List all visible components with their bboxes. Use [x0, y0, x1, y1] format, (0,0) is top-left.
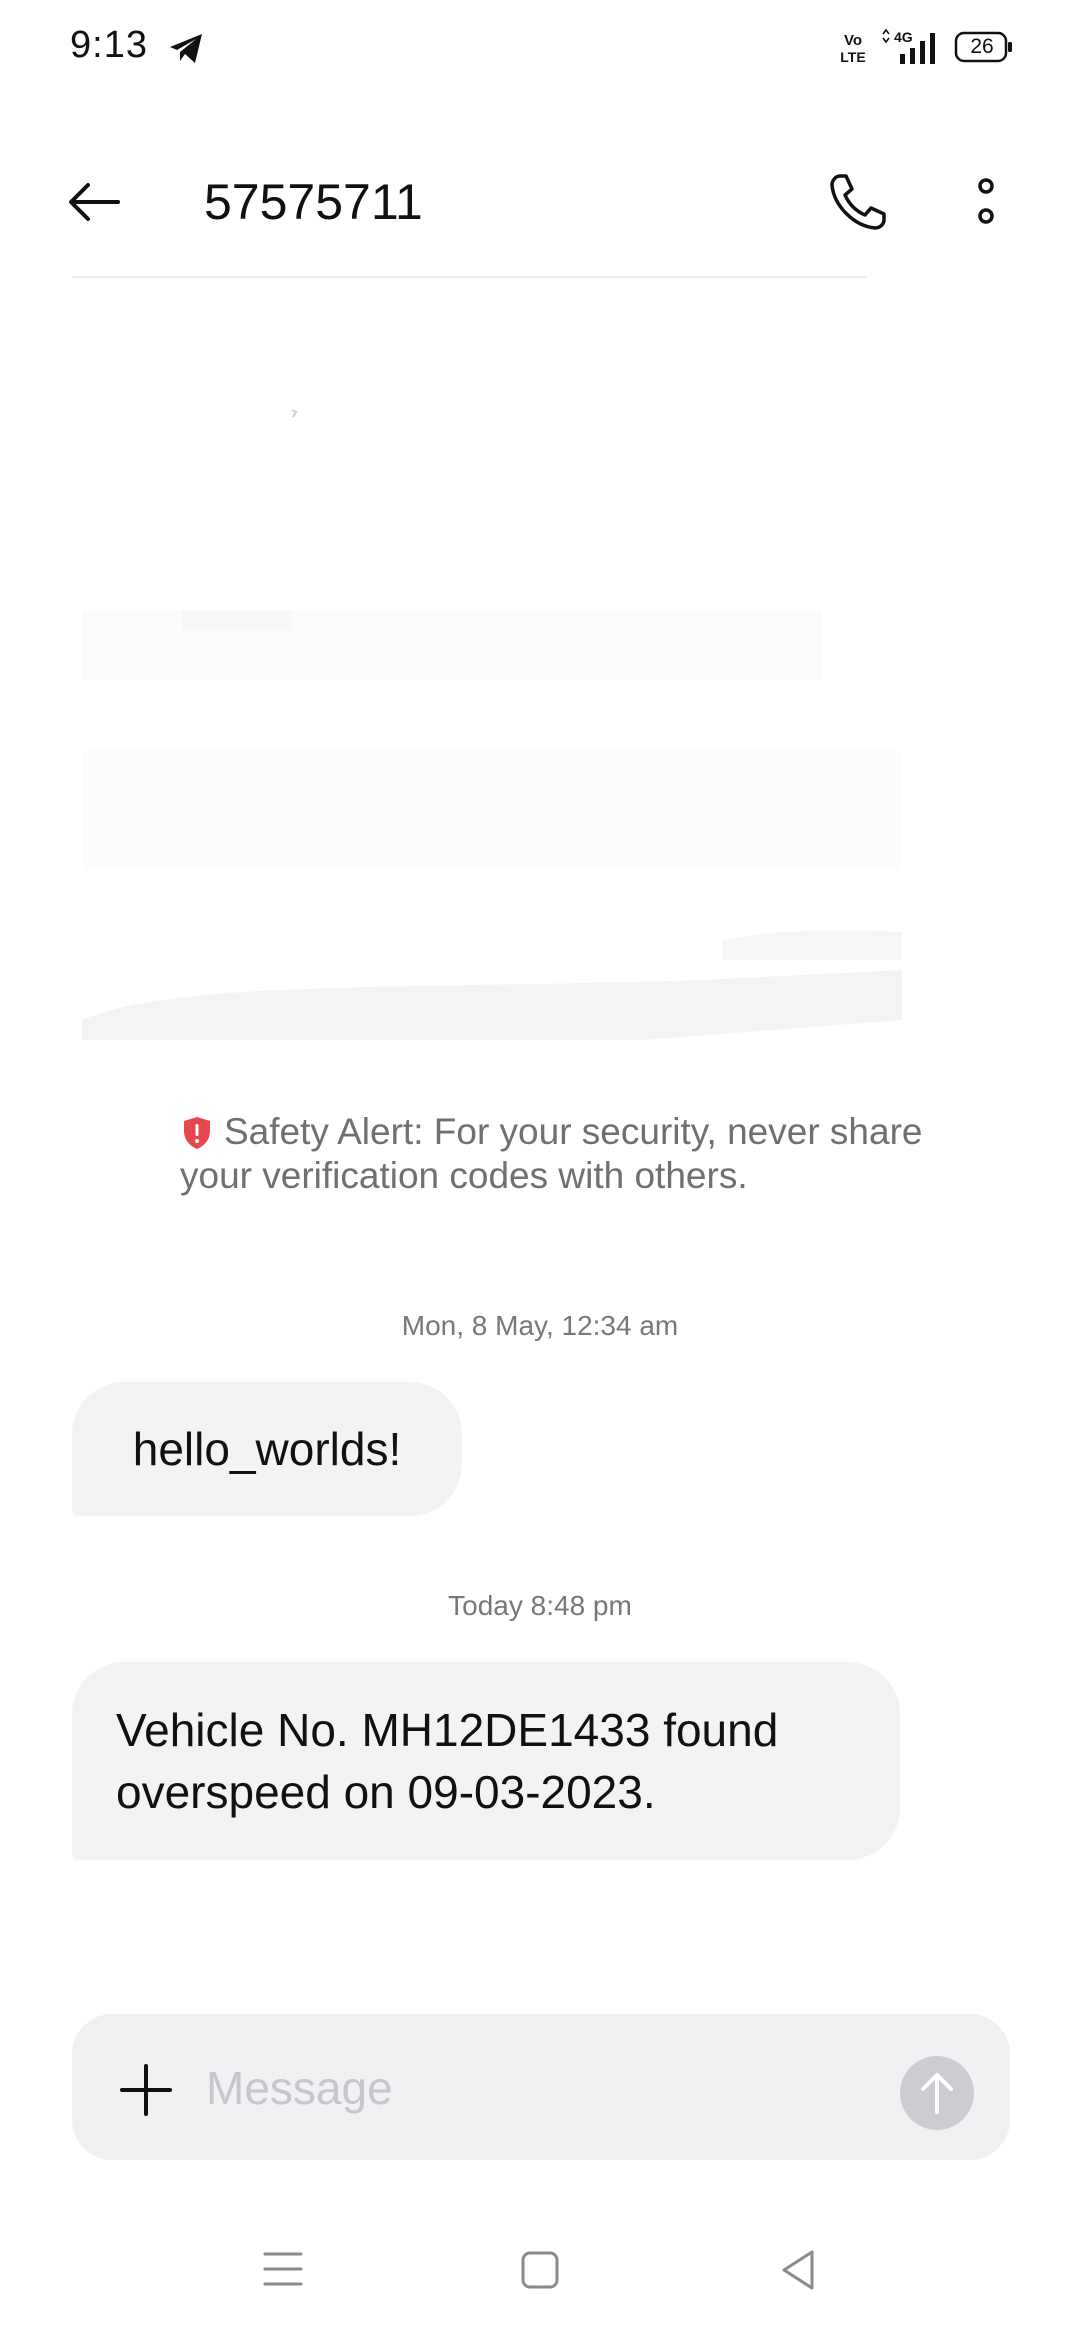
phone-icon[interactable]: [826, 170, 890, 234]
svg-text:LTE: LTE: [840, 49, 865, 65]
more-vertical-icon[interactable]: [966, 170, 1006, 234]
conversation-title: 57575711: [204, 174, 423, 230]
message-bubble[interactable]: hello_worlds!: [72, 1382, 462, 1516]
battery-level: 26: [970, 35, 994, 58]
status-time: 9:13: [70, 24, 148, 66]
message-timestamp: Today 8:48 pm: [448, 1590, 632, 1621]
arrow-up-icon: [921, 2073, 953, 2114]
arrow-left-icon[interactable]: [62, 170, 126, 234]
obscured-content: [82, 409, 902, 1040]
svg-text:4G: 4G: [894, 29, 913, 45]
header-divider: [72, 276, 866, 278]
telegram-icon: [170, 34, 202, 63]
message-bubble[interactable]: Vehicle No. MH12DE1433 found overspeed o…: [72, 1662, 900, 1860]
volte-icon: Vo LTE: [840, 32, 865, 65]
svg-text:Vo: Vo: [844, 32, 862, 49]
plus-icon[interactable]: [118, 2062, 174, 2118]
back-triangle-icon[interactable]: [778, 2248, 818, 2292]
signal-4g-icon: 4G: [882, 28, 935, 64]
message-timestamp: Mon, 8 May, 12:34 am: [401, 1310, 679, 1341]
safety-alert-text: Safety Alert: For your security, never s…: [180, 1111, 923, 1196]
home-square-icon[interactable]: [520, 2250, 560, 2290]
message-input[interactable]: [206, 2046, 876, 2130]
menu-icon[interactable]: [262, 2250, 304, 2288]
